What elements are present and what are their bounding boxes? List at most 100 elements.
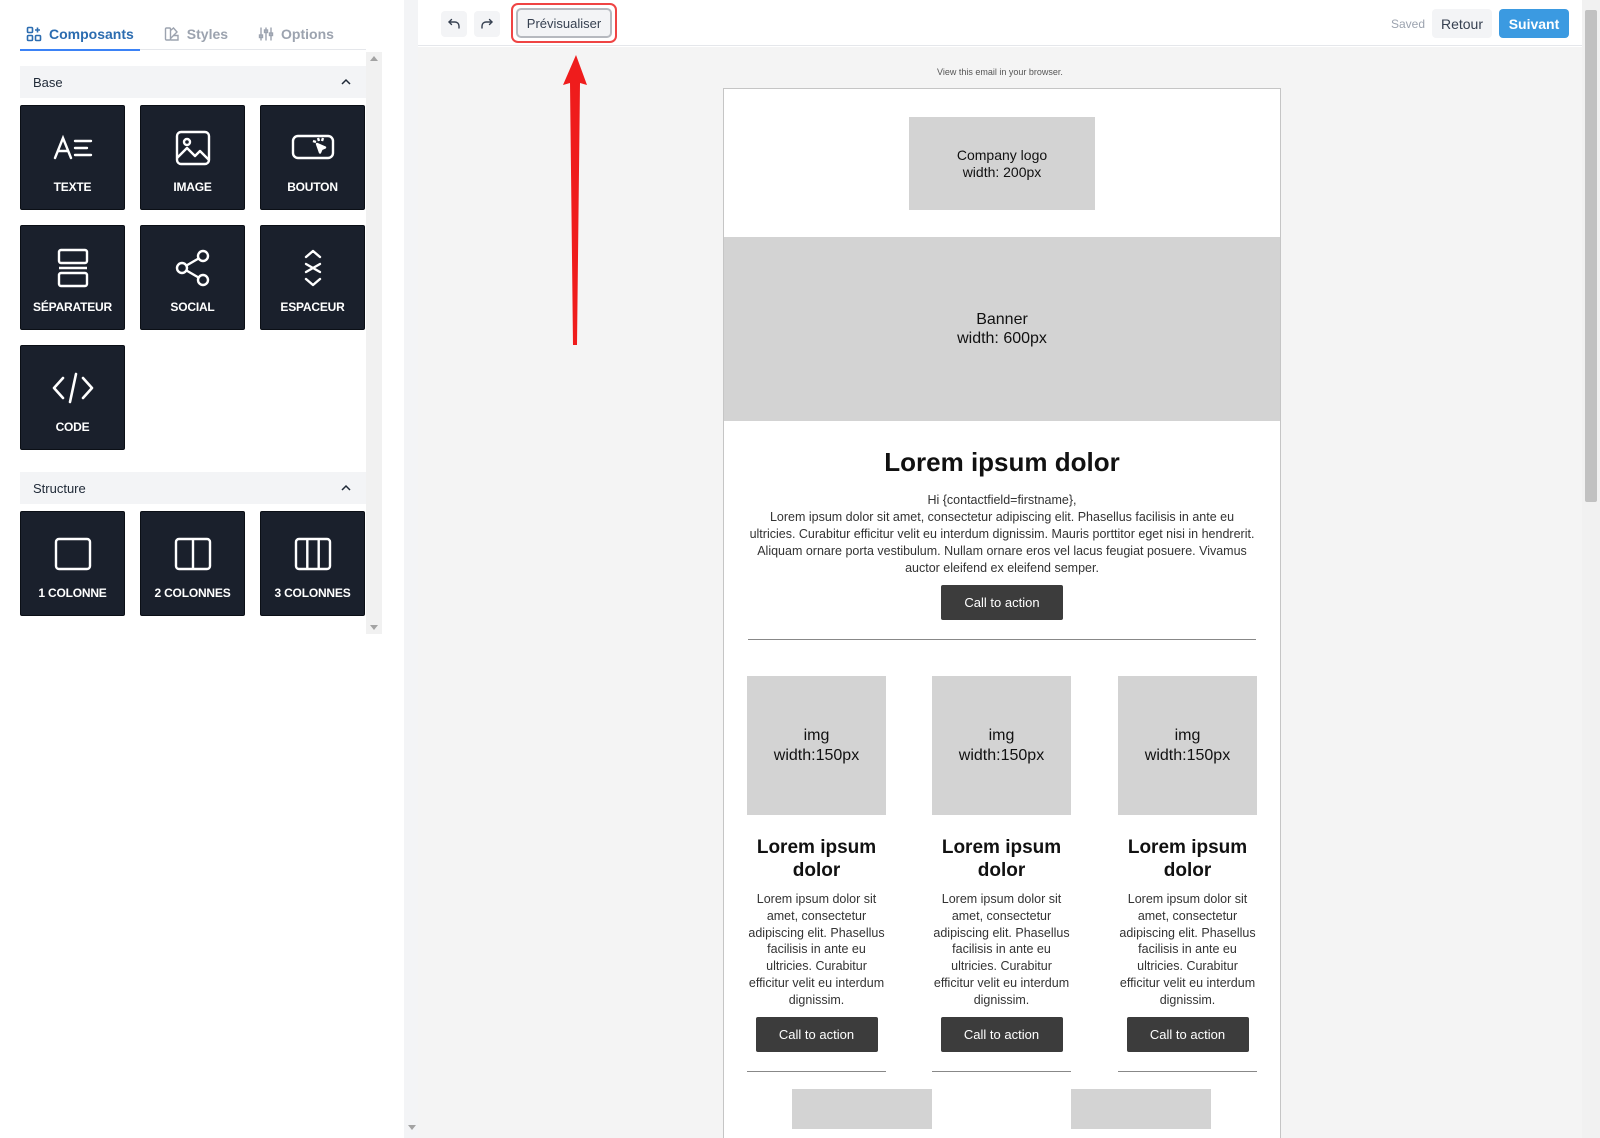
- bottom-image-placeholder[interactable]: [1071, 1089, 1211, 1129]
- section-base-header[interactable]: Base: [20, 66, 366, 98]
- email-heading[interactable]: Lorem ipsum dolor: [724, 447, 1280, 478]
- three-columns-icon: [294, 537, 331, 570]
- logo-label: Company logo: [956, 146, 1048, 163]
- chevron-up-icon: [341, 78, 351, 85]
- redo-icon: [481, 18, 493, 29]
- email-canvas: View this email in your browser. Company…: [418, 47, 1582, 1138]
- editor-toolbar: Prévisualiser Saved Retour Suivant: [418, 0, 1582, 46]
- section-base-title: Base: [33, 74, 63, 90]
- component-3-colonnes[interactable]: 3 COLONNES: [260, 511, 365, 616]
- separator-icon: [57, 248, 88, 287]
- component-code[interactable]: CODE: [20, 345, 125, 450]
- component-1-colonne[interactable]: 1 COLONNE: [20, 511, 125, 616]
- component-espaceur[interactable]: ESPACEUR: [260, 225, 365, 330]
- banner-placeholder[interactable]: Banner width: 600px: [724, 237, 1280, 421]
- code-icon: [52, 372, 93, 403]
- next-button[interactable]: Suivant: [1499, 9, 1569, 38]
- bottom-image-placeholder[interactable]: [792, 1089, 932, 1129]
- sliders-icon: [258, 27, 274, 41]
- logo-size: width: 200px: [962, 163, 1042, 180]
- panel-divider[interactable]: [404, 0, 418, 1138]
- column-text[interactable]: Lorem ipsum dolor sit amet, consectetur …: [932, 891, 1071, 1009]
- structure-components-grid: 1 COLONNE 2 COLONNES 3 COLONNES: [20, 504, 366, 616]
- tab-options-label: Options: [281, 26, 334, 42]
- base-components-grid: TEXTE IMAGE BOUTON SÉPARATEUR SOCIAL ESP…: [20, 98, 366, 450]
- tab-options[interactable]: Options: [252, 18, 340, 50]
- column-divider: [932, 1070, 1071, 1072]
- component-1-colonne-label: 1 COLONNE: [38, 585, 107, 600]
- column-image-label: img: [988, 726, 1015, 744]
- banner-label: Banner: [976, 311, 1028, 328]
- palette-icon: [164, 27, 179, 41]
- column-cta-button[interactable]: Call to action: [940, 1016, 1063, 1052]
- column-image-label: img: [803, 726, 830, 744]
- button-cursor-icon: [291, 134, 334, 159]
- column-image-placeholder[interactable]: img width:150px: [1118, 676, 1257, 815]
- redo-button[interactable]: [474, 11, 500, 37]
- column-image-label: img: [1174, 726, 1201, 744]
- component-2-colonnes-label: 2 COLONNES: [154, 585, 231, 600]
- divider-line: [748, 639, 1256, 640]
- column-cta-button[interactable]: Call to action: [755, 1016, 878, 1052]
- undo-button[interactable]: [441, 11, 467, 37]
- column-divider: [1118, 1070, 1257, 1072]
- scrollbar-thumb[interactable]: [1585, 10, 1597, 502]
- component-3-colonnes-label: 3 COLONNES: [274, 585, 351, 600]
- company-logo-placeholder[interactable]: Company logo width: 200px: [909, 117, 1095, 210]
- spacer-icon: [304, 249, 321, 286]
- tab-styles-label: Styles: [186, 26, 229, 42]
- tab-composants[interactable]: Composants: [20, 18, 140, 51]
- column-heading[interactable]: Lorem ipsum dolor: [932, 836, 1071, 882]
- column-image-placeholder[interactable]: img width:150px: [932, 676, 1071, 815]
- component-separateur-label: SÉPARATEUR: [33, 299, 112, 314]
- components-panel: Composants Styles Options Base TEXTE IMA…: [0, 0, 404, 1138]
- section-structure-header[interactable]: Structure: [20, 472, 366, 504]
- column-divider: [747, 1070, 886, 1072]
- email-template: Company logo width: 200px Banner width: 60…: [723, 88, 1281, 1138]
- column-heading[interactable]: Lorem ipsum dolor: [747, 836, 886, 882]
- banner-size: width: 600px: [957, 330, 1047, 347]
- component-bouton-label: BOUTON: [287, 179, 338, 194]
- component-image-label: IMAGE: [173, 179, 212, 194]
- column-3: img width:150px Lorem ipsum dolor Lorem i…: [1118, 676, 1257, 1072]
- tab-styles[interactable]: Styles: [158, 18, 234, 50]
- email-builder: Composants Styles Options Base TEXTE IMA…: [0, 0, 1600, 1138]
- column-text[interactable]: Lorem ipsum dolor sit amet, consectetur …: [1118, 891, 1257, 1009]
- components-scrollbar[interactable]: [366, 52, 382, 634]
- one-column-icon: [54, 537, 91, 570]
- email-body-text[interactable]: Lorem ipsum dolor sit amet, consectetur …: [748, 509, 1256, 577]
- column-image-size: width:150px: [1144, 746, 1231, 764]
- section-structure-title: Structure: [33, 480, 86, 496]
- tab-composants-label: Composants: [49, 26, 134, 42]
- preview-button[interactable]: Prévisualiser: [516, 8, 612, 38]
- preview-highlight: Prévisualiser: [511, 3, 617, 43]
- components-list: Base TEXTE IMAGE BOUTON SÉPARATEUR SOCIA…: [20, 66, 366, 632]
- panel-tabs: Composants Styles Options: [20, 18, 366, 51]
- column-1: img width:150px Lorem ipsum dolor Lorem i…: [747, 676, 886, 1072]
- email-greeting[interactable]: Hi {contactfield=firstname},: [748, 492, 1256, 509]
- component-texte-label: TEXTE: [53, 179, 92, 194]
- cta-button[interactable]: Call to action: [941, 585, 1063, 620]
- component-separateur[interactable]: SÉPARATEUR: [20, 225, 125, 330]
- back-button[interactable]: Retour: [1432, 9, 1492, 38]
- column-cta-button[interactable]: Call to action: [1126, 1016, 1249, 1052]
- column-heading[interactable]: Lorem ipsum dolor: [1118, 836, 1257, 882]
- component-social[interactable]: SOCIAL: [140, 225, 245, 330]
- component-bouton[interactable]: BOUTON: [260, 105, 365, 210]
- component-social-label: SOCIAL: [170, 299, 215, 314]
- column-text[interactable]: Lorem ipsum dolor sit amet, consectetur …: [747, 891, 886, 1009]
- column-image-size: width:150px: [958, 746, 1045, 764]
- image-icon: [175, 130, 210, 165]
- canvas-scrollbar[interactable]: [1582, 0, 1600, 1138]
- component-2-colonnes[interactable]: 2 COLONNES: [140, 511, 245, 616]
- view-in-browser-link[interactable]: View this email in your browser.: [418, 67, 1582, 77]
- column-image-placeholder[interactable]: img width:150px: [747, 676, 886, 815]
- components-grid-icon: [26, 26, 42, 42]
- chevron-up-icon: [341, 484, 351, 491]
- component-image[interactable]: IMAGE: [140, 105, 245, 210]
- column-2: img width:150px Lorem ipsum dolor Lorem i…: [932, 676, 1071, 1072]
- save-status: Saved: [1391, 17, 1426, 31]
- component-code-label: CODE: [55, 419, 90, 434]
- component-texte[interactable]: TEXTE: [20, 105, 125, 210]
- share-icon: [175, 249, 209, 286]
